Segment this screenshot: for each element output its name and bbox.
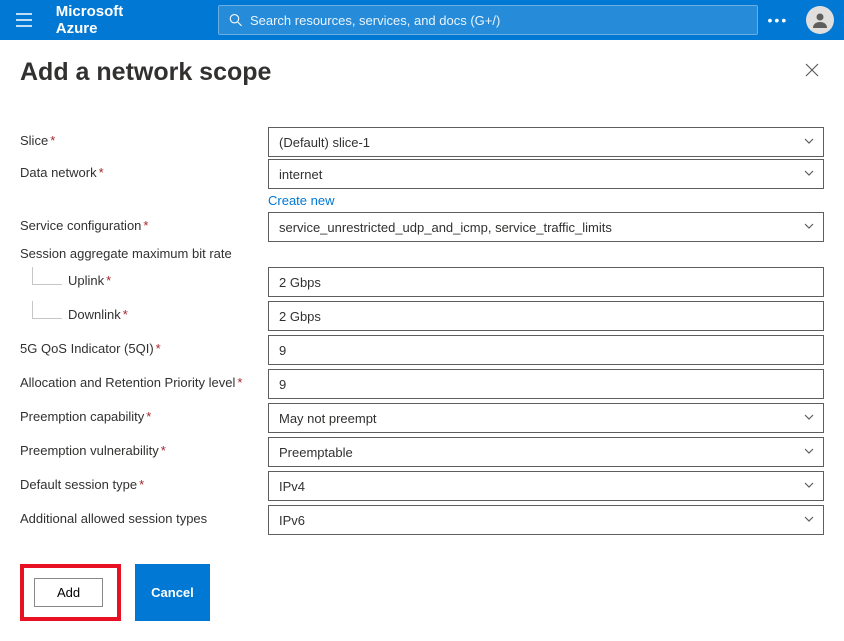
- chevron-down-icon: [803, 220, 815, 235]
- search-icon: [229, 13, 242, 27]
- preempt-cap-dropdown[interactable]: May not preempt: [268, 403, 824, 433]
- create-new-link[interactable]: Create new: [268, 193, 334, 208]
- downlink-label: Downlink: [68, 307, 121, 323]
- user-avatar[interactable]: [806, 6, 834, 34]
- chevron-down-icon: [803, 445, 815, 460]
- chevron-down-icon: [803, 479, 815, 494]
- qos-input[interactable]: 9: [268, 335, 824, 365]
- qos-value: 9: [279, 343, 286, 358]
- chevron-down-icon: [803, 411, 815, 426]
- search-input[interactable]: [250, 13, 747, 28]
- add-button-highlight: Add: [20, 564, 121, 621]
- hamburger-menu-icon[interactable]: [10, 6, 38, 34]
- person-icon: [810, 10, 830, 30]
- chevron-down-icon: [803, 135, 815, 150]
- uplink-label: Uplink: [68, 273, 104, 289]
- required-indicator: *: [50, 133, 55, 148]
- slice-label: Slice: [20, 133, 48, 148]
- global-search[interactable]: [218, 5, 758, 35]
- chevron-down-icon: [803, 513, 815, 528]
- close-button[interactable]: [800, 58, 824, 87]
- preempt-vuln-value: Preemptable: [279, 445, 353, 460]
- service-config-label: Service configuration: [20, 218, 141, 233]
- add-network-scope-panel: Add a network scope Slice* (Default) sli…: [0, 40, 844, 537]
- slice-value: (Default) slice-1: [279, 135, 370, 150]
- arp-label: Allocation and Retention Priority level: [20, 375, 235, 390]
- data-network-label: Data network: [20, 165, 97, 180]
- default-session-label: Default session type: [20, 477, 137, 492]
- uplink-value: 2 Gbps: [279, 275, 321, 290]
- additional-session-dropdown[interactable]: IPv6: [268, 505, 824, 535]
- panel-footer: Add Cancel: [0, 554, 230, 631]
- panel-title: Add a network scope: [20, 58, 271, 87]
- chevron-down-icon: [803, 167, 815, 182]
- more-menu-icon[interactable]: •••: [758, 12, 799, 28]
- arp-value: 9: [279, 377, 286, 392]
- default-session-dropdown[interactable]: IPv4: [268, 471, 824, 501]
- default-session-value: IPv4: [279, 479, 305, 494]
- preempt-cap-label: Preemption capability: [20, 409, 144, 424]
- data-network-dropdown[interactable]: internet: [268, 159, 824, 189]
- session-aggregate-label: Session aggregate maximum bit rate: [20, 246, 824, 261]
- data-network-value: internet: [279, 167, 322, 182]
- preempt-cap-value: May not preempt: [279, 411, 377, 426]
- add-button[interactable]: Add: [34, 578, 103, 607]
- cancel-button[interactable]: Cancel: [135, 564, 210, 621]
- qos-label: 5G QoS Indicator (5QI): [20, 341, 154, 356]
- service-config-value: service_unrestricted_udp_and_icmp, servi…: [279, 220, 612, 235]
- uplink-input[interactable]: 2 Gbps: [268, 267, 824, 297]
- preempt-vuln-dropdown[interactable]: Preemptable: [268, 437, 824, 467]
- brand-label: Microsoft Azure: [56, 3, 168, 37]
- top-navigation-bar: Microsoft Azure •••: [0, 0, 844, 40]
- service-config-dropdown[interactable]: service_unrestricted_udp_and_icmp, servi…: [268, 212, 824, 242]
- downlink-input[interactable]: 2 Gbps: [268, 301, 824, 331]
- additional-session-label: Additional allowed session types: [20, 511, 207, 526]
- arp-input[interactable]: 9: [268, 369, 824, 399]
- preempt-vuln-label: Preemption vulnerability: [20, 443, 159, 458]
- additional-session-value: IPv6: [279, 513, 305, 528]
- close-icon: [804, 62, 820, 78]
- slice-dropdown[interactable]: (Default) slice-1: [268, 127, 824, 157]
- downlink-value: 2 Gbps: [279, 309, 321, 324]
